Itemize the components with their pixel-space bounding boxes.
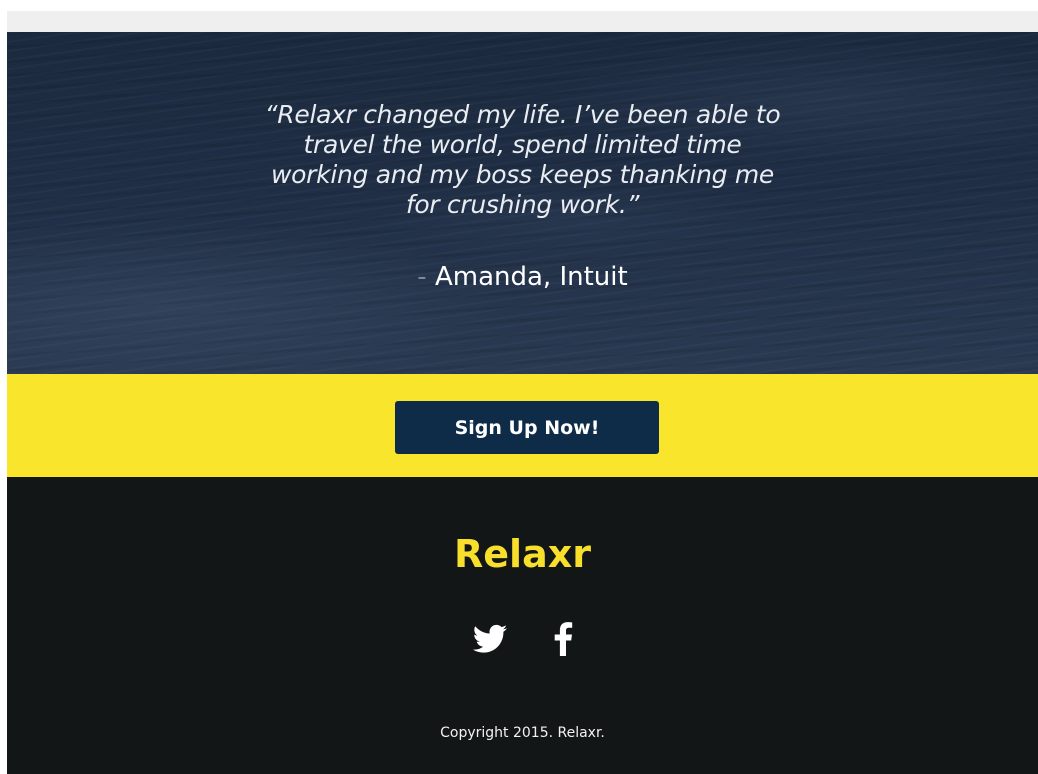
facebook-link[interactable]	[553, 622, 573, 656]
top-strip	[7, 11, 1038, 32]
attribution-dash: -	[417, 262, 427, 292]
testimonial-section: “Relaxr changed my life. I’ve been able …	[7, 32, 1038, 374]
social-links	[7, 622, 1038, 662]
testimonial-author: Amanda, Intuit	[434, 262, 628, 292]
twitter-link[interactable]	[472, 624, 508, 654]
copyright-text: Copyright 2015. Relaxr.	[440, 725, 605, 741]
twitter-bird-icon	[472, 624, 508, 654]
footer-brand: Relaxr	[454, 532, 591, 576]
page: “Relaxr changed my life. I’ve been able …	[0, 0, 1038, 774]
sign-up-button[interactable]: Sign Up Now!	[395, 401, 659, 454]
testimonial-quote: “Relaxr changed my life. I’ve been able …	[264, 100, 781, 219]
footer: Relaxr Copyright 2015. Relaxr.	[7, 477, 1038, 774]
facebook-f-icon	[553, 622, 573, 656]
testimonial-attribution: - Amanda, Intuit	[7, 260, 1038, 294]
cta-band: Sign Up Now!	[7, 374, 1038, 477]
